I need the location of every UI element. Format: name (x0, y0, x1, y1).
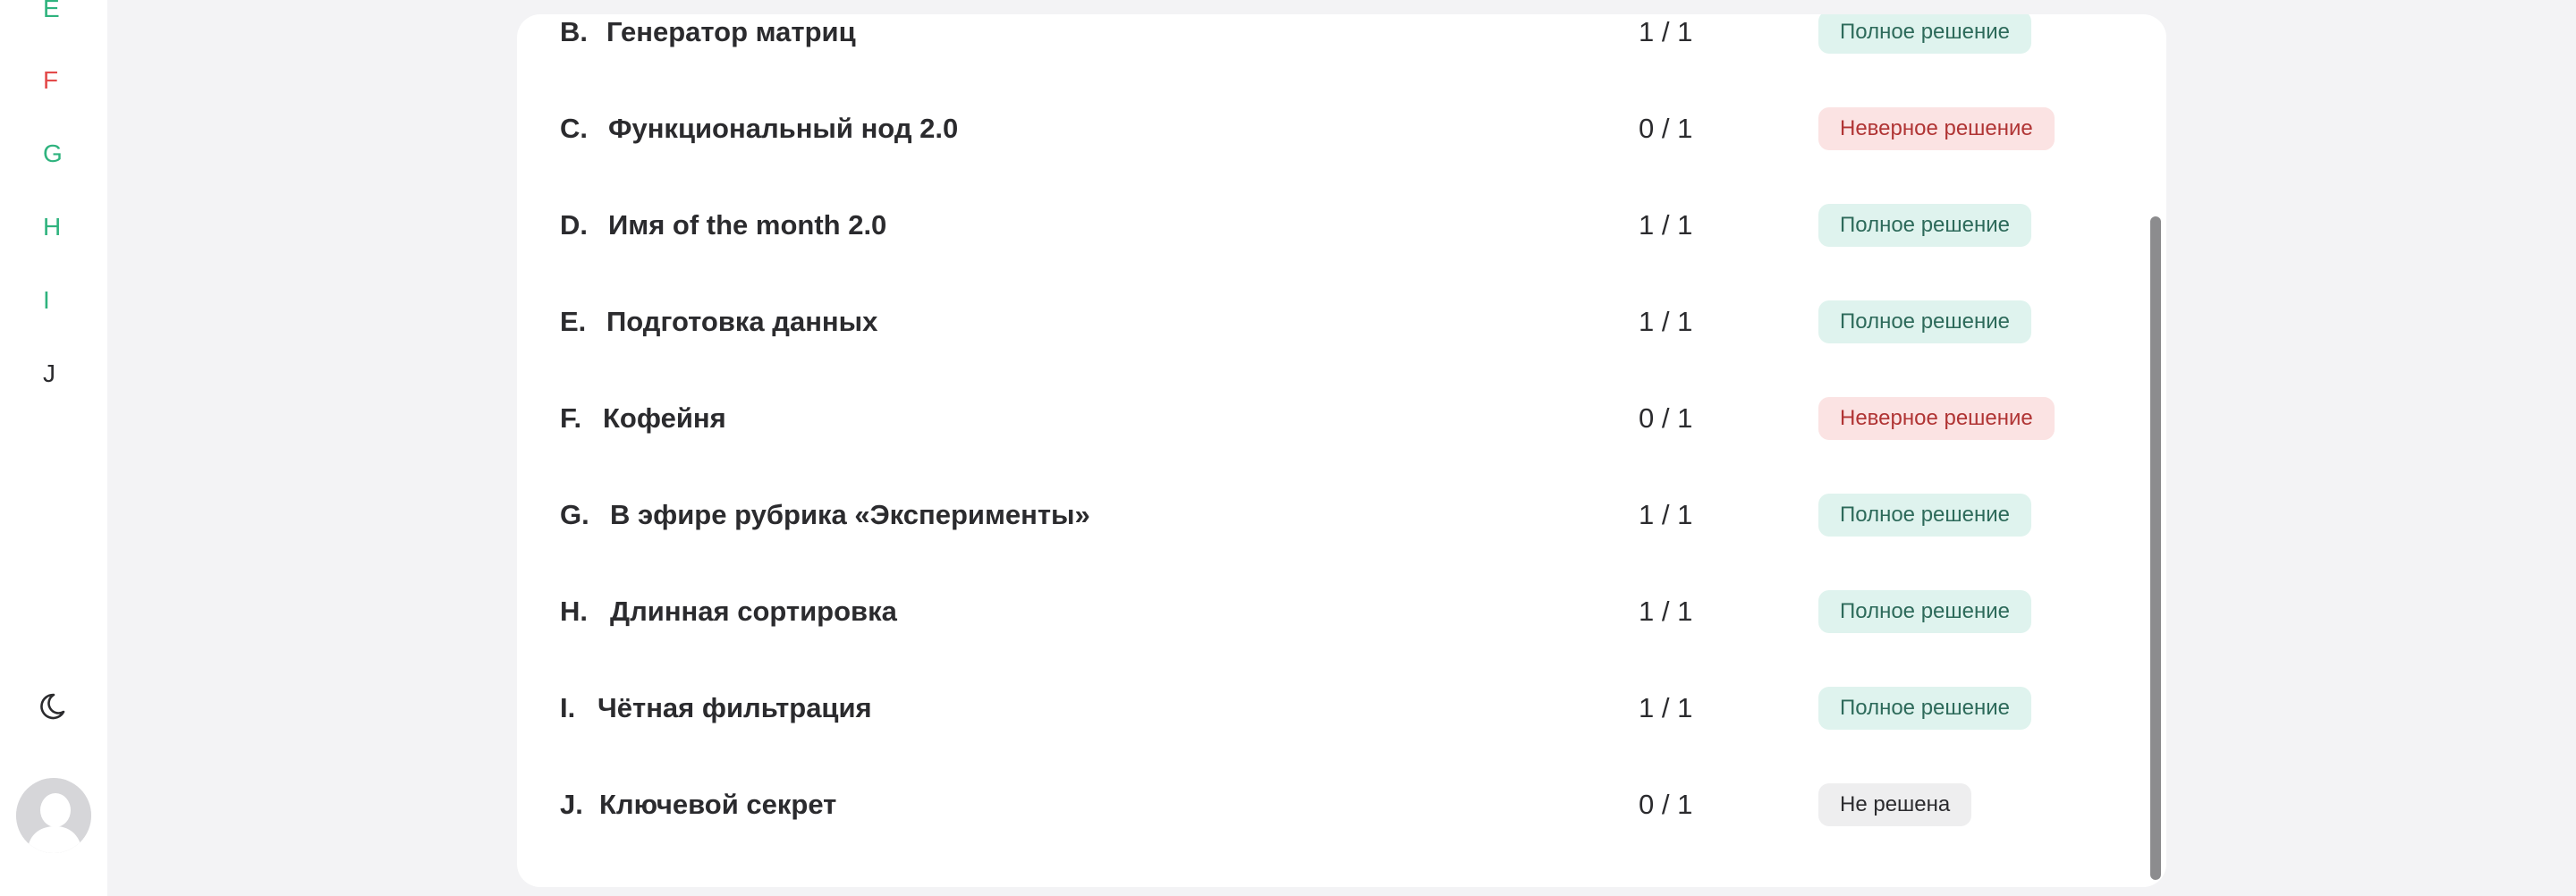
sidebar-item-i[interactable]: I (43, 284, 50, 317)
status-badge: Полное решение (1818, 204, 2031, 247)
sidebar: E F G H I J (0, 0, 107, 896)
status-badge: Полное решение (1818, 590, 2031, 633)
status-badge: Полное решение (1818, 300, 2031, 343)
problem-row[interactable]: E. Подготовка данных 1 / 1 Полное решение (517, 274, 2127, 370)
problem-letter: B. (560, 16, 588, 47)
problem-title[interactable]: В эфире рубрика «Эксперименты» (610, 467, 1090, 563)
problem-title[interactable]: Кофейня (603, 370, 726, 467)
scrollbar-thumb[interactable] (2150, 216, 2161, 880)
problem-row[interactable]: H. Длинная сортировка 1 / 1 Полное решение (517, 563, 2127, 660)
user-avatar-icon[interactable] (16, 778, 91, 853)
problem-letter: F. (560, 402, 582, 434)
problem-row[interactable]: F. Кофейня 0 / 1 Неверное решение (517, 370, 2127, 467)
status-badge: Неверное решение (1818, 397, 2055, 440)
status-badge: Неверное решение (1818, 107, 2055, 150)
sidebar-item-h[interactable]: H (43, 211, 61, 243)
status-badge: Полное решение (1818, 494, 2031, 537)
problem-title[interactable]: Подготовка данных (606, 274, 877, 370)
problem-row[interactable]: I. Чётная фильтрация 1 / 1 Полное решение (517, 660, 2127, 757)
problem-letter: G. (560, 499, 589, 530)
status-badge: Не решена (1818, 783, 1972, 826)
problem-row[interactable]: B. Генератор матриц 1 / 1 Полное решение (517, 14, 2127, 80)
problem-title[interactable]: Генератор матриц (606, 14, 856, 80)
problem-row[interactable]: G. В эфире рубрика «Эксперименты» 1 / 1 Пол… (517, 467, 2127, 563)
problem-score: 1 / 1 (1639, 306, 1693, 337)
problem-score: 0 / 1 (1639, 113, 1693, 144)
problem-title[interactable]: Функциональный нод 2.0 (608, 80, 958, 177)
problem-title[interactable]: Чётная фильтрация (597, 660, 872, 757)
problem-score: 0 / 1 (1639, 789, 1693, 820)
sidebar-item-g[interactable]: G (43, 138, 63, 170)
problem-score: 0 / 1 (1639, 402, 1693, 434)
problem-score: 1 / 1 (1639, 692, 1693, 723)
problems-card: B. Генератор матриц 1 / 1 Полное решение C. Ф… (517, 14, 2166, 887)
status-badge: Полное решение (1818, 14, 2031, 54)
problem-title[interactable]: Длинная сортировка (610, 563, 897, 660)
sidebar-item-f[interactable]: F (43, 64, 58, 97)
problem-letter: H. (560, 596, 588, 627)
problem-score: 1 / 1 (1639, 499, 1693, 530)
problem-row[interactable]: C. Функциональный нод 2.0 0 / 1 Неверное ре… (517, 80, 2127, 177)
problem-title[interactable]: Ключевой секрет (599, 757, 836, 853)
problem-score: 1 / 1 (1639, 209, 1693, 241)
problem-score: 1 / 1 (1639, 596, 1693, 627)
sidebar-item-j[interactable]: J (43, 358, 55, 390)
sidebar-item-e[interactable]: E (43, 0, 60, 25)
problem-row[interactable]: J. Ключевой секрет 0 / 1 Не решена (517, 757, 2127, 853)
problem-row[interactable]: D. Имя of the month 2.0 1 / 1 Полное решени… (517, 177, 2127, 274)
problem-letter: I. (560, 692, 576, 723)
problem-letter: E. (560, 306, 587, 337)
moon-icon[interactable] (36, 690, 68, 723)
problem-letter: J. (560, 789, 583, 820)
problem-letter: D. (560, 209, 588, 241)
problem-letter: C. (560, 113, 588, 144)
problem-title[interactable]: Имя of the month 2.0 (608, 177, 886, 274)
status-badge: Полное решение (1818, 687, 2031, 730)
problem-score: 1 / 1 (1639, 16, 1693, 47)
